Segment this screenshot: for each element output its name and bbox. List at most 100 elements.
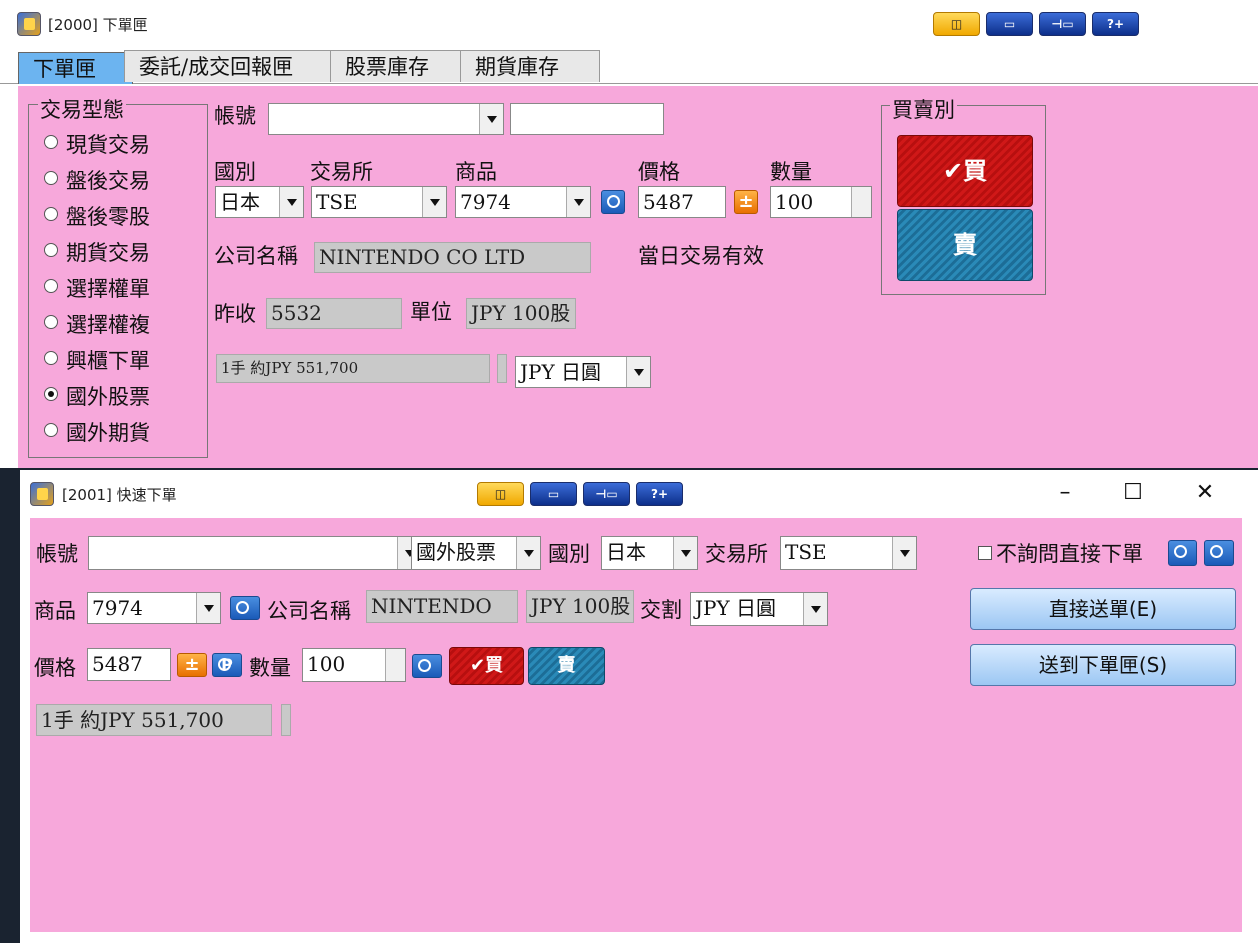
product-dropdown[interactable]: 7974: [87, 592, 221, 624]
p-icon[interactable]: P: [212, 653, 242, 677]
trade-type-radio-7[interactable]: [44, 387, 58, 401]
country-dropdown[interactable]: 日本: [215, 186, 304, 218]
toolbar-button-2[interactable]: ▭: [986, 12, 1033, 36]
price-input[interactable]: 5487: [638, 186, 726, 218]
qty-stepper[interactable]: 100: [770, 186, 872, 218]
toolbar-button-2[interactable]: ▭: [530, 482, 577, 506]
trade-type-radio-3[interactable]: [44, 243, 58, 257]
trade-type-radio-5[interactable]: [44, 315, 58, 329]
chevron-down-icon[interactable]: [196, 593, 220, 623]
trade-type-label-4: 選擇權單: [66, 277, 150, 301]
unit-field: JPY 100股: [466, 298, 576, 329]
trade-type-radio-1[interactable]: [44, 171, 58, 185]
plus-minus-icon[interactable]: ±: [734, 190, 758, 214]
account-label: 帳號: [36, 542, 78, 566]
trade-type-radio-0[interactable]: [44, 135, 58, 149]
sell-button[interactable]: 賣: [897, 209, 1033, 281]
market-dropdown[interactable]: 國外股票: [411, 536, 541, 570]
exchange-dropdown[interactable]: TSE: [780, 536, 917, 570]
close-button[interactable]: ✕: [1190, 478, 1220, 508]
account-dropdown[interactable]: [88, 536, 422, 570]
price-label: 價格: [638, 160, 680, 184]
minimize-button[interactable]: –: [1050, 478, 1080, 508]
stepper-arrows[interactable]: [385, 649, 405, 681]
account-label: 帳號: [214, 104, 256, 128]
buy-button[interactable]: ✔買: [897, 135, 1033, 207]
country-label: 國別: [548, 542, 590, 566]
trade-type-group-title: 交易型態: [38, 94, 126, 124]
chevron-down-icon[interactable]: [626, 357, 650, 387]
send-to-order-box-button[interactable]: 送到下單匣(S): [970, 644, 1236, 686]
trade-type-radio-4[interactable]: [44, 279, 58, 293]
no-confirm-checkbox[interactable]: [978, 546, 992, 560]
company-label: 公司名稱: [267, 599, 351, 623]
estimate-splitter: [281, 704, 291, 736]
sell-button[interactable]: 賣: [528, 647, 605, 685]
product-label: 商品: [455, 160, 497, 184]
trade-type-radio-2[interactable]: [44, 207, 58, 221]
tab-order-box[interactable]: 下單匣: [18, 52, 133, 84]
chevron-down-icon[interactable]: [279, 187, 303, 217]
company-name-field: NINTENDO: [366, 590, 518, 623]
toolbar-button-3[interactable]: ⊣▭: [583, 482, 630, 506]
estimate-field: 1手 約JPY 551,700: [36, 704, 272, 736]
exchange-label: 交易所: [705, 542, 768, 566]
help-button[interactable]: ?+: [1092, 12, 1139, 36]
price-input[interactable]: 5487: [87, 648, 171, 681]
toolbar-button-1[interactable]: ◫: [933, 12, 980, 36]
window-title: [2001] 快速下單: [62, 486, 177, 504]
cart-icon[interactable]: [412, 654, 442, 678]
validity-text: 當日交易有效: [638, 244, 764, 268]
plus-minus-icon[interactable]: ±: [177, 653, 207, 677]
chevron-down-icon[interactable]: [803, 593, 827, 625]
app-icon: [30, 482, 54, 506]
trade-type-label-3: 期貨交易: [66, 241, 150, 265]
order-box-window: [2000] 下單匣 ◫ ▭ ⊣▭ ?+ 下單匣 委託/成交回報匣 股票庫存 期…: [0, 0, 1258, 468]
chevron-down-icon[interactable]: [566, 187, 590, 217]
exchange-dropdown[interactable]: TSE: [311, 186, 447, 218]
country-dropdown[interactable]: 日本: [601, 536, 698, 570]
unit-field: JPY 100股: [526, 590, 634, 623]
direct-send-button[interactable]: 直接送單(E): [970, 588, 1236, 630]
search-icon[interactable]: [230, 596, 260, 620]
company-label: 公司名稱: [214, 244, 298, 268]
window-title: [2000] 下單匣: [48, 16, 148, 34]
company-name-field: NINTENDO CO LTD: [314, 242, 591, 273]
chevron-down-icon[interactable]: [673, 537, 697, 569]
tab-futures-inventory[interactable]: 期貨庫存: [460, 50, 600, 82]
exchange-label: 交易所: [310, 160, 373, 184]
prev-close-field: 5532: [266, 298, 402, 329]
chevron-down-icon[interactable]: [892, 537, 916, 569]
chevron-down-icon[interactable]: [479, 104, 503, 134]
tab-reports[interactable]: 委託/成交回報匣: [124, 50, 334, 82]
settle-label: 交割: [640, 598, 682, 622]
currency-dropdown[interactable]: JPY 日圓: [515, 356, 651, 388]
clear-icon[interactable]: [1168, 540, 1197, 566]
qty-stepper[interactable]: 100: [302, 648, 406, 682]
toolbar-button-1[interactable]: ◫: [477, 482, 524, 506]
price-label: 價格: [34, 656, 76, 680]
buy-button[interactable]: ✔買: [449, 647, 524, 685]
toolbar-button-3[interactable]: ⊣▭: [1039, 12, 1086, 36]
help-button[interactable]: ?+: [636, 482, 683, 506]
maximize-button[interactable]: ☐: [1118, 478, 1148, 508]
trade-type-label-8: 國外期貨: [66, 421, 150, 445]
estimate-field: 1手 約JPY 551,700: [216, 354, 490, 383]
account-extra-field[interactable]: [510, 103, 664, 135]
trade-type-radio-6[interactable]: [44, 351, 58, 365]
account-dropdown[interactable]: [268, 103, 504, 135]
product-dropdown[interactable]: 7974: [455, 186, 591, 218]
quick-order-window: [2001] 快速下單 ◫ ▭ ⊣▭ ?+ – ☐ ✕ 帳號 國外股票 國別 日…: [20, 470, 1258, 943]
trade-type-label-1: 盤後交易: [66, 169, 150, 193]
search-icon[interactable]: [601, 190, 625, 214]
stepper-arrows[interactable]: [851, 187, 871, 217]
tab-stock-inventory[interactable]: 股票庫存: [330, 50, 462, 82]
chevron-down-icon[interactable]: [516, 537, 540, 569]
trade-type-radio-8[interactable]: [44, 423, 58, 437]
c-icon[interactable]: [1204, 540, 1234, 566]
trade-type-label-0: 現貨交易: [66, 133, 150, 157]
side-group-title: 買賣別: [890, 94, 957, 124]
qty-label: 數量: [770, 160, 812, 184]
chevron-down-icon[interactable]: [422, 187, 446, 217]
settle-dropdown[interactable]: JPY 日圓: [690, 592, 828, 626]
